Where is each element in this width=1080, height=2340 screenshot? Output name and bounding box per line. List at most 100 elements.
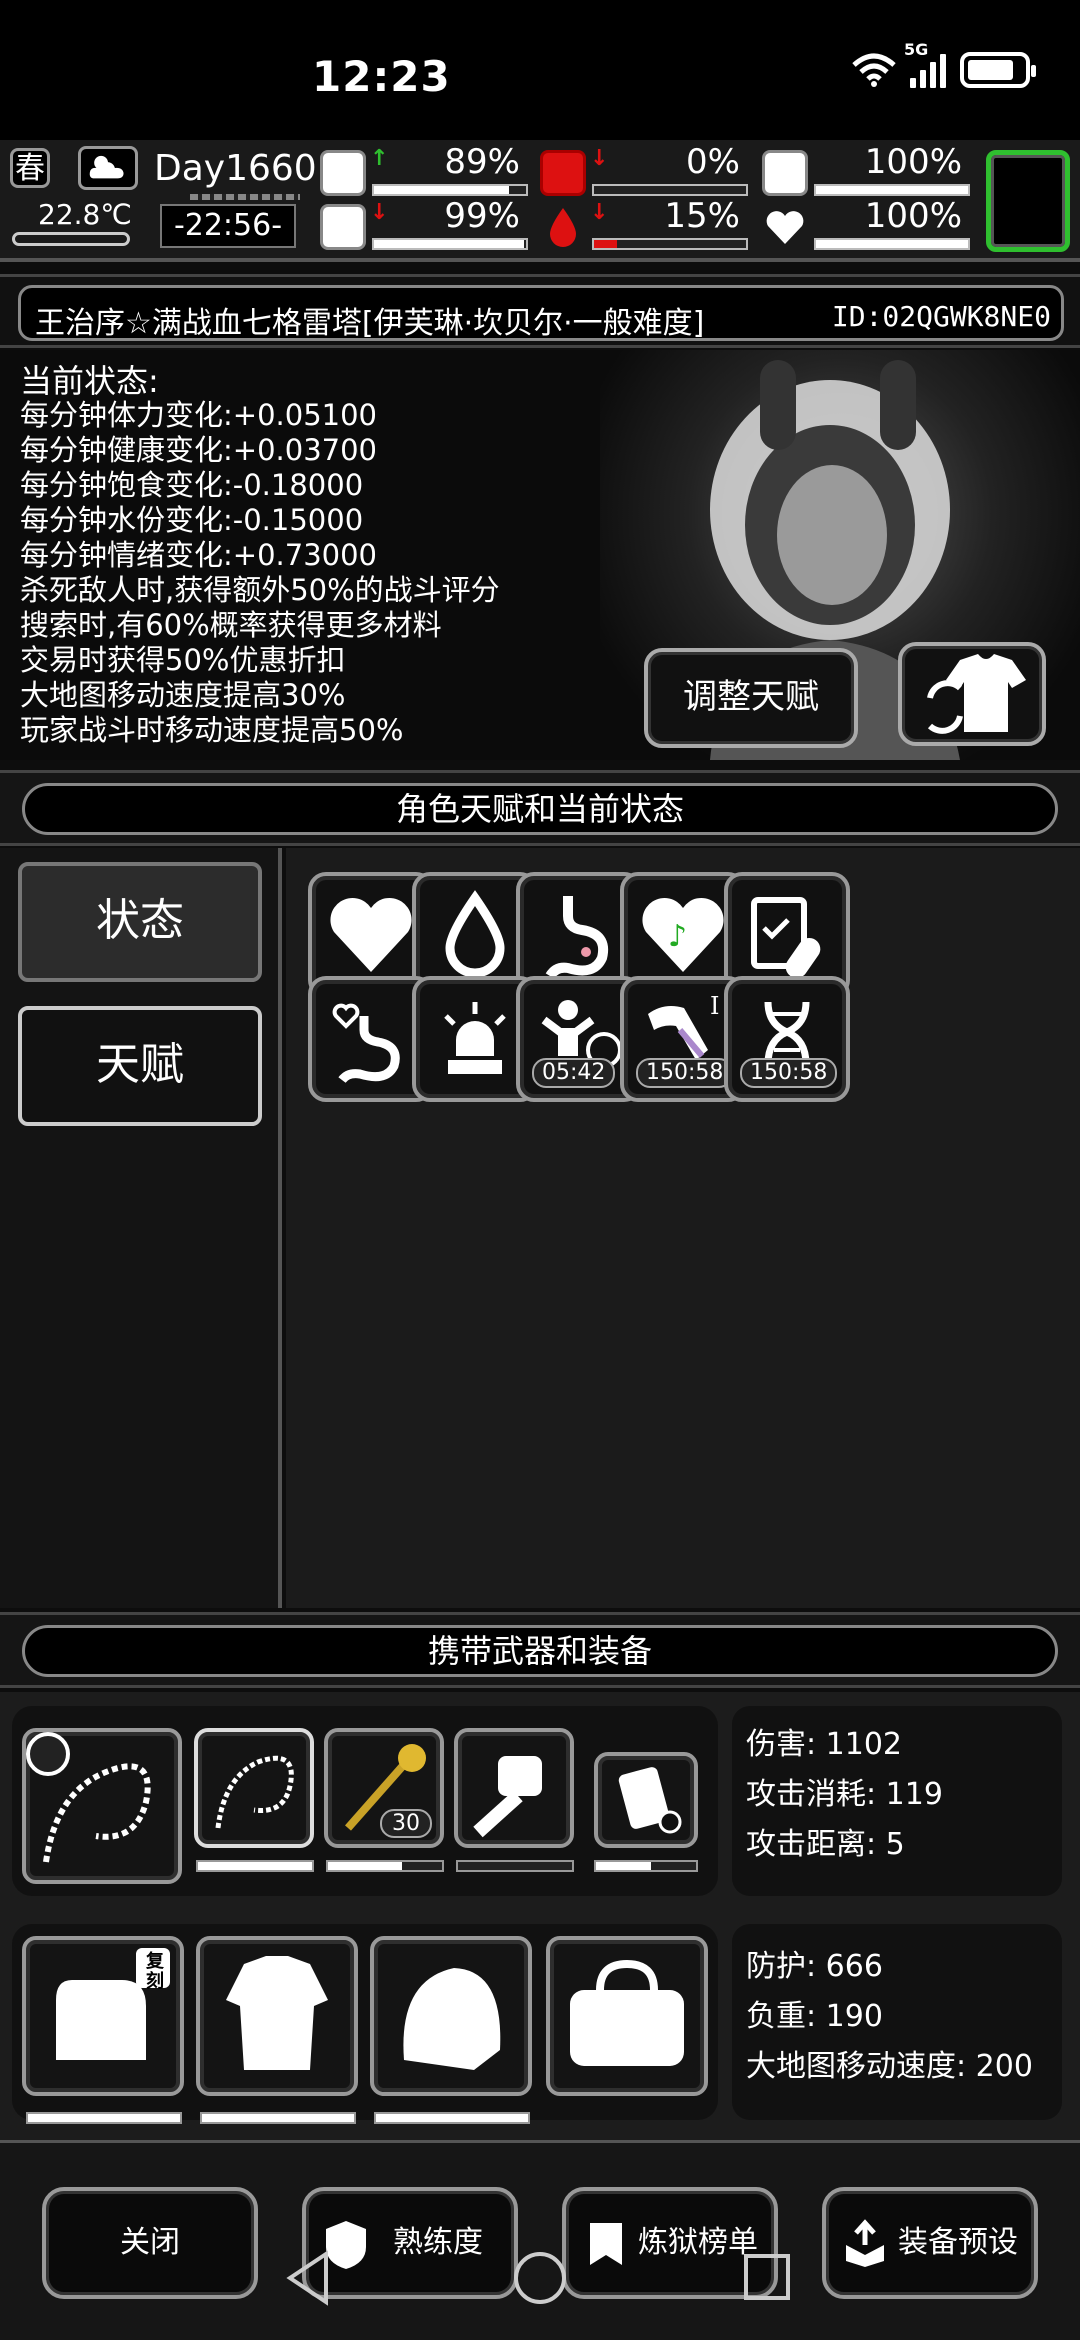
adjust-talent-button[interactable]: 调整天赋 bbox=[644, 648, 858, 748]
status-lines: 每分钟体力变化:+0.05100 每分钟健康变化:+0.03700 每分钟饱食变… bbox=[20, 398, 500, 748]
durability-bar bbox=[374, 2112, 530, 2124]
medkit-icon bbox=[320, 150, 366, 196]
weapon-slot-primary[interactable] bbox=[22, 1728, 182, 1884]
status-line: 玩家战斗时移动速度提高50% bbox=[20, 713, 404, 747]
water-stat: ↓ 15% bbox=[540, 196, 750, 252]
armor-slot-helmet[interactable] bbox=[370, 1936, 532, 2096]
stomach-icon bbox=[540, 150, 586, 196]
armor-stats: 防护: 666 负重: 190 大地图移动速度: 200 bbox=[732, 1924, 1062, 2120]
status-line: 杀死敌人时,获得额外50%的战斗评分 bbox=[20, 573, 500, 607]
game-clock: -22:56- bbox=[160, 204, 296, 248]
helmet-icon bbox=[403, 1968, 501, 2070]
chain-whip-icon bbox=[26, 1732, 151, 1863]
map-speed-stat: 大地图移动速度: 200 bbox=[746, 2049, 1033, 2084]
status-line: 每分钟体力变化:+0.05100 bbox=[20, 398, 377, 432]
flashlight-icon bbox=[618, 1767, 682, 1834]
character-name: 王治序☆满战血七格雷塔[伊芙琳·坎贝尔·一般难度] bbox=[35, 306, 705, 341]
box-upload-icon bbox=[846, 2219, 884, 2267]
armor-slot-coat[interactable] bbox=[196, 1936, 358, 2096]
status-line: 大地图移动速度提高30% bbox=[20, 678, 346, 712]
attack-cost-stat: 攻击消耗: 119 bbox=[746, 1777, 943, 1812]
boot-icon bbox=[320, 204, 366, 250]
durability-bar bbox=[594, 1860, 698, 1872]
face-icon bbox=[762, 150, 808, 196]
player-stats-bar: 春 22.8℃ Day1660 -22:56- ↑ 89% ↓ 0% 100% bbox=[0, 140, 1080, 262]
effect-timer: 05:42 bbox=[532, 1058, 616, 1088]
weapon-slot-2[interactable] bbox=[194, 1728, 314, 1848]
proficiency-button[interactable]: 熟练度 bbox=[302, 2187, 518, 2299]
equipment-preset-button[interactable]: 装备预设 bbox=[822, 2187, 1038, 2299]
outfit-swap-icon bbox=[927, 654, 1026, 734]
wifi-icon bbox=[852, 53, 896, 87]
clock-time: 12:23 bbox=[312, 52, 451, 101]
thermometer-icon bbox=[12, 232, 130, 246]
effect-timer: 150:58 bbox=[740, 1058, 838, 1088]
status-line: 每分钟情绪变化:+0.73000 bbox=[20, 538, 377, 572]
arrow-down-icon: ↓ bbox=[590, 200, 609, 225]
damage-stat: 伤害: 1102 bbox=[746, 1727, 902, 1762]
shield-badge-icon bbox=[326, 2221, 366, 2269]
day-progress bbox=[190, 194, 300, 200]
arrow-up-icon: ↑ bbox=[370, 146, 389, 171]
tab-status[interactable]: 状态 bbox=[18, 862, 262, 982]
weapon-stats: 伤害: 1102 攻击消耗: 119 攻击距离: 5 bbox=[732, 1706, 1062, 1896]
status-line: 搜索时,有60%概率获得更多材料 bbox=[20, 608, 442, 642]
weapon-slot-fist[interactable] bbox=[454, 1728, 574, 1848]
defense-stat: 防护: 666 bbox=[746, 1949, 883, 1984]
ranking-button[interactable]: 炼狱榜单 bbox=[562, 2187, 778, 2299]
status-line: 每分钟饱食变化:-0.18000 bbox=[20, 468, 364, 502]
status-heading: 当前状态: bbox=[20, 362, 159, 400]
effect-timer: 150:58 bbox=[636, 1058, 734, 1088]
durability-bar bbox=[26, 2112, 182, 2124]
armor-slot-gloves[interactable]: 复刻 bbox=[22, 1936, 184, 2096]
quick-slot-button[interactable] bbox=[986, 150, 1070, 252]
health-stat: ↑ 89% bbox=[320, 142, 530, 198]
blood-drop-icon bbox=[550, 208, 576, 247]
character-title-bar: 王治序☆满战血七格雷塔[伊芙琳·坎贝尔·一般难度] ID:02QGWK8NE0 bbox=[0, 274, 1080, 348]
status-tabs: 状态 天赋 bbox=[0, 848, 282, 1608]
durability-bar bbox=[196, 1860, 314, 1872]
ammo-count: 30 bbox=[380, 1809, 432, 1838]
durability-bar bbox=[456, 1860, 574, 1872]
player-id: ID:02QGWK8NE0 bbox=[831, 300, 1051, 333]
weight-stat: 负重: 190 bbox=[746, 1999, 883, 2034]
status-line: 每分钟水份变化:-0.15000 bbox=[20, 503, 364, 537]
equipment-panel: 30 伤害: 1102 攻击消耗: 119 攻击距离: 5 复刻 防护: 666… bbox=[0, 1692, 1080, 2140]
banner-icon bbox=[590, 2223, 622, 2265]
attack-range-stat: 攻击距离: 5 bbox=[746, 1827, 905, 1862]
mood-stat: 100% bbox=[762, 142, 972, 198]
weather-cloud-icon bbox=[78, 146, 138, 190]
stamina-stat: ↓ 99% bbox=[320, 196, 530, 252]
hunger-stat: ↓ 0% bbox=[540, 142, 750, 198]
battery-icon bbox=[960, 52, 1036, 88]
weapon-slot-flashlight[interactable] bbox=[594, 1752, 698, 1848]
weapon-slot-3[interactable]: 30 bbox=[324, 1728, 444, 1848]
arrow-down-icon: ↓ bbox=[370, 200, 389, 225]
bag-icon bbox=[570, 1959, 684, 2066]
fist-icon bbox=[473, 1756, 542, 1838]
change-outfit-button[interactable] bbox=[898, 642, 1046, 746]
durability-bar bbox=[326, 1860, 444, 1872]
equipment-section-header: 携带武器和装备 bbox=[0, 1612, 1080, 1688]
heart-icon bbox=[766, 211, 804, 244]
svg-text:I: I bbox=[710, 992, 719, 1020]
effect-grid: ♪ 05:42 I 150:58 150:58 bbox=[286, 848, 1080, 1608]
day-counter: Day1660 bbox=[154, 148, 317, 189]
heart-stat: 100% bbox=[762, 196, 972, 252]
temperature: 22.8℃ bbox=[38, 198, 132, 231]
svg-text:♪: ♪ bbox=[668, 919, 687, 954]
tab-talent[interactable]: 天赋 bbox=[18, 1006, 262, 1126]
status-line: 每分钟健康变化:+0.03700 bbox=[20, 433, 377, 467]
bottom-action-bar: 关闭 熟练度 炼狱榜单 装备预设 bbox=[0, 2140, 1080, 2340]
system-status-bar: 12:23 5G bbox=[0, 0, 1080, 140]
close-button[interactable]: 关闭 bbox=[42, 2187, 258, 2299]
signal-icon: 5G bbox=[904, 40, 946, 88]
coat-icon bbox=[226, 1956, 328, 2070]
whip-icon bbox=[215, 1755, 294, 1829]
effect-dna[interactable]: 150:58 bbox=[724, 976, 850, 1102]
arrow-down-icon: ↓ bbox=[590, 146, 609, 171]
status-line: 交易时获得50%优惠折扣 bbox=[20, 643, 346, 677]
replica-badge: 复刻 bbox=[146, 1951, 164, 1992]
talent-section-header: 角色天赋和当前状态 bbox=[0, 770, 1080, 846]
armor-slot-bag[interactable] bbox=[546, 1936, 708, 2096]
